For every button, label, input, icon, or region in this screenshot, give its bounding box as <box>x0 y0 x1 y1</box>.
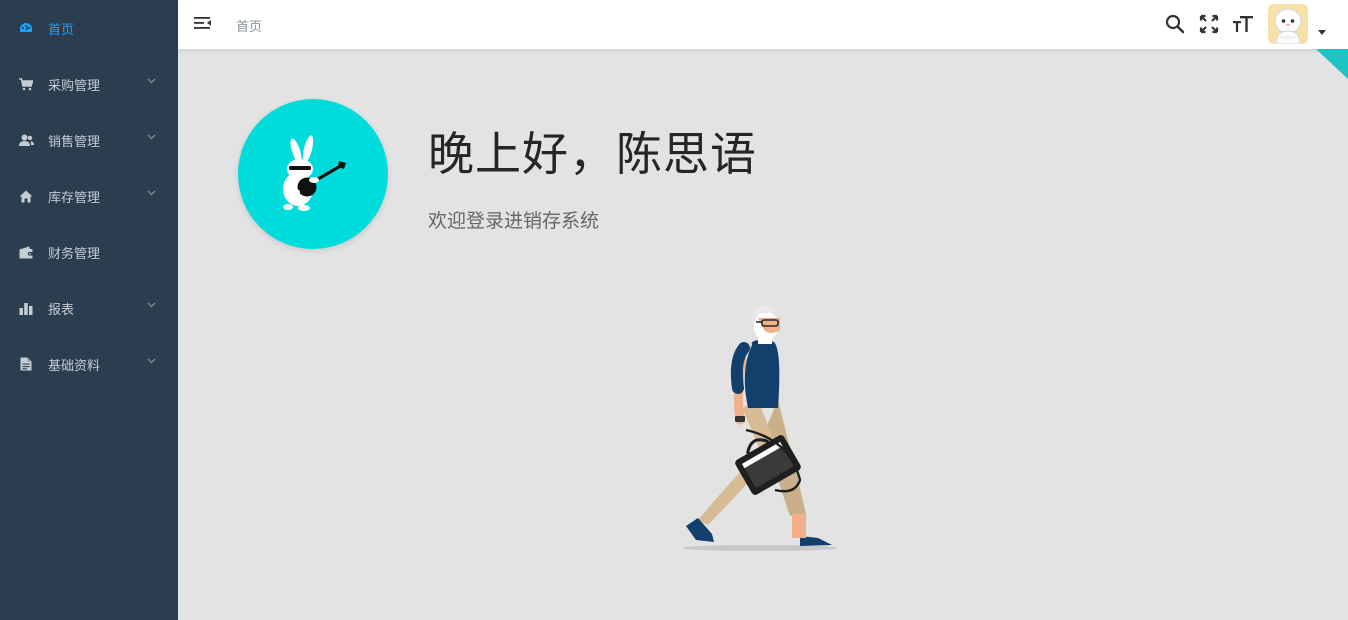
breadcrumb[interactable]: 首页 <box>236 16 262 35</box>
sidebar: 首页 采购管理 销售管理 库存管理 财务管理 报表 基础资料 <box>0 0 178 620</box>
users-icon <box>18 132 34 148</box>
sidebar-item-label: 销售管理 <box>48 134 101 150</box>
wallet-icon <box>18 244 34 260</box>
chevron-down-icon <box>147 78 156 84</box>
home-icon <box>18 188 34 204</box>
sidebar-item-home[interactable]: 首页 <box>0 0 178 56</box>
sidebar-item-purchase[interactable]: 采购管理 <box>0 56 178 112</box>
chevron-down-icon <box>147 190 156 196</box>
sidebar-item-reports[interactable]: 报表 <box>0 280 178 336</box>
corner-ribbon <box>1316 49 1348 79</box>
chevron-down-icon <box>147 358 156 364</box>
cart-icon <box>18 76 34 92</box>
sidebar-item-sales[interactable]: 销售管理 <box>0 112 178 168</box>
sidebar-item-label: 库存管理 <box>48 190 101 206</box>
fullscreen-icon[interactable] <box>1198 13 1220 35</box>
top-bar: 首页 <box>178 0 1348 49</box>
sidebar-item-label: 采购管理 <box>48 78 101 94</box>
sidebar-item-label: 报表 <box>48 302 75 318</box>
font-size-icon[interactable] <box>1232 13 1254 35</box>
sidebar-item-label: 基础资料 <box>48 358 101 374</box>
greeting-title: 晚上好，陈思语 <box>428 127 757 181</box>
sidebar-item-label: 首页 <box>48 22 75 38</box>
chevron-down-icon <box>147 302 156 308</box>
sidebar-item-inventory[interactable]: 库存管理 <box>0 168 178 224</box>
document-icon <box>18 356 34 372</box>
search-icon[interactable] <box>1164 13 1186 35</box>
rabbit-guitar-logo <box>238 99 388 249</box>
bar-chart-icon <box>18 300 34 316</box>
avatar[interactable] <box>1268 4 1308 44</box>
sidebar-item-label: 财务管理 <box>48 246 101 262</box>
sidebar-item-basic-data[interactable]: 基础资料 <box>0 336 178 392</box>
walking-man-illustration <box>682 306 838 551</box>
welcome-subtitle: 欢迎登录进销存系统 <box>428 210 600 232</box>
caret-down-icon[interactable] <box>1318 30 1326 36</box>
chevron-down-icon <box>147 134 156 140</box>
dashboard-icon <box>18 20 34 36</box>
menu-fold-icon[interactable] <box>194 14 212 32</box>
sidebar-item-finance[interactable]: 财务管理 <box>0 224 178 280</box>
